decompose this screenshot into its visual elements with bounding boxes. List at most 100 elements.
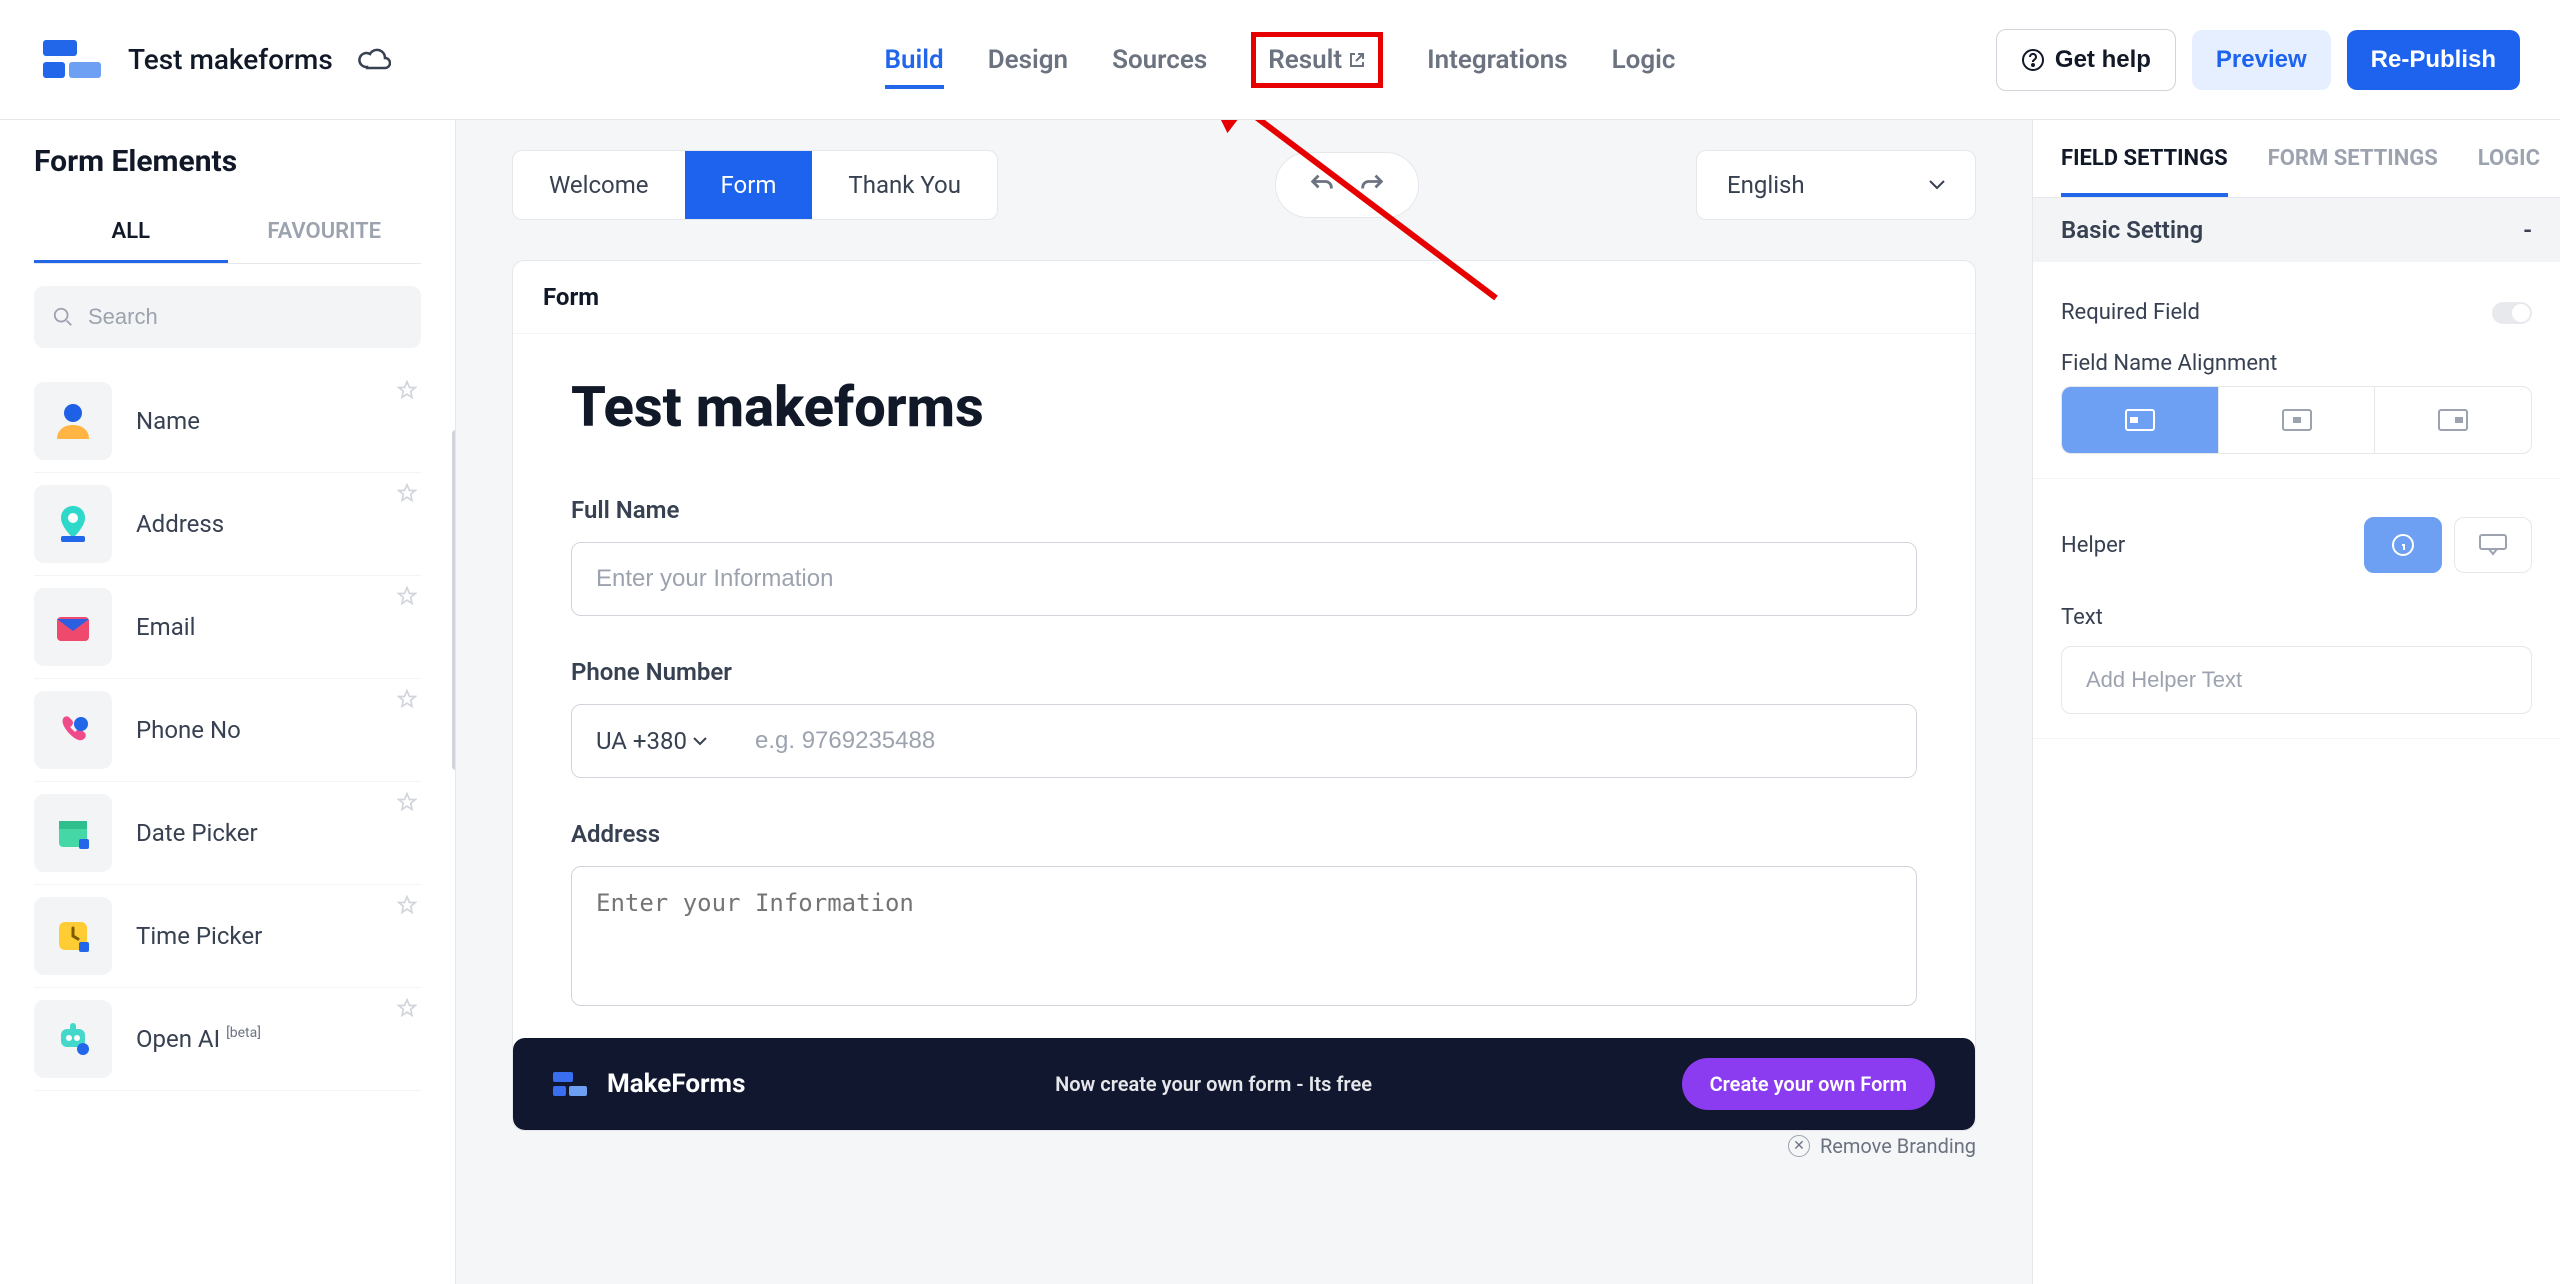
undo-button[interactable] <box>1302 165 1342 205</box>
basic-setting-header[interactable]: Basic Setting - <box>2033 198 2560 262</box>
helper-section: Helper Text <box>2033 479 2560 739</box>
banner-cta-button[interactable]: Create your own Form <box>1682 1058 1935 1110</box>
star-icon[interactable] <box>397 586 417 606</box>
topbar: Test makeforms Build Design Sources Resu… <box>0 0 2560 120</box>
address-input[interactable] <box>571 866 1917 1006</box>
element-list: Name Address Email P <box>34 370 421 1091</box>
phone-icon <box>34 691 112 769</box>
element-date-picker[interactable]: Date Picker <box>34 782 421 885</box>
main-layout: Form Elements ALL FAVOURITE Name <box>0 120 2560 1284</box>
phone-input[interactable] <box>731 705 1916 777</box>
sidebar-tabs: ALL FAVOURITE <box>34 203 421 264</box>
star-icon[interactable] <box>397 483 417 503</box>
cloud-save-icon[interactable] <box>357 47 391 73</box>
star-icon[interactable] <box>397 998 417 1018</box>
time-icon <box>34 897 112 975</box>
get-help-button[interactable]: Get help <box>1996 29 2176 91</box>
alignment-label: Field Name Alignment <box>2061 351 2532 376</box>
search-wrap <box>34 286 421 348</box>
stage-form[interactable]: Form <box>685 151 813 219</box>
helper-text-label: Text <box>2061 605 2532 630</box>
preview-button[interactable]: Preview <box>2192 30 2331 90</box>
search-icon <box>52 306 74 328</box>
sidebar-tab-all[interactable]: ALL <box>34 203 228 263</box>
alignment-group <box>2061 386 2532 454</box>
openai-icon <box>34 1000 112 1078</box>
element-time-picker[interactable]: Time Picker <box>34 885 421 988</box>
fullname-input[interactable] <box>571 542 1917 616</box>
name-icon <box>34 382 112 460</box>
undo-redo-group <box>1275 152 1419 218</box>
field-phone[interactable]: Phone Number UA +380 <box>571 658 1917 778</box>
star-icon[interactable] <box>397 895 417 915</box>
brand-icon <box>553 1070 587 1098</box>
tab-form-settings[interactable]: FORM SETTINGS <box>2268 120 2438 197</box>
form-body: Test makeforms Full Name Phone Number UA… <box>513 334 1975 1010</box>
helper-type-tooltip[interactable] <box>2454 517 2532 573</box>
redo-button[interactable] <box>1352 165 1392 205</box>
nav-sources[interactable]: Sources <box>1112 31 1207 89</box>
element-phone[interactable]: Phone No <box>34 679 421 782</box>
helper-row: Helper <box>2061 503 2532 587</box>
topbar-left: Test makeforms <box>40 32 885 88</box>
star-icon[interactable] <box>397 689 417 709</box>
field-label: Address <box>571 820 1917 848</box>
tab-logic[interactable]: LOGIC <box>2478 120 2540 197</box>
field-label: Phone Number <box>571 658 1917 686</box>
address-icon <box>34 485 112 563</box>
align-left-button[interactable] <box>2062 387 2219 453</box>
nav-design[interactable]: Design <box>988 31 1068 89</box>
star-icon[interactable] <box>397 792 417 812</box>
tab-field-settings[interactable]: FIELD SETTINGS <box>2061 120 2228 197</box>
right-panel: FIELD SETTINGS FORM SETTINGS LOGIC Basic… <box>2032 120 2560 1284</box>
form-card: Form Test makeforms Full Name Phone Numb… <box>512 260 1976 1131</box>
star-icon[interactable] <box>397 380 417 400</box>
phone-country-code[interactable]: UA +380 <box>572 705 731 777</box>
nav-integrations[interactable]: Integrations <box>1427 31 1568 89</box>
nav-logic[interactable]: Logic <box>1612 31 1676 89</box>
chevron-down-icon <box>1929 180 1945 190</box>
required-label: Required Field <box>2061 300 2200 325</box>
element-name[interactable]: Name <box>34 370 421 473</box>
stage-thankyou[interactable]: Thank You <box>812 151 997 219</box>
sidebar-elements: Form Elements ALL FAVOURITE Name <box>0 120 456 1284</box>
form-title[interactable]: Test makeforms <box>571 374 1917 440</box>
helper-type-info[interactable] <box>2364 517 2442 573</box>
branding-banner: MakeForms Now create your own form - Its… <box>513 1038 1975 1130</box>
helper-text-input[interactable] <box>2061 646 2532 714</box>
language-value: English <box>1727 171 1805 199</box>
required-field-row: Required Field <box>2061 286 2532 339</box>
nav-result[interactable]: Result <box>1251 32 1383 88</box>
external-link-icon <box>1348 51 1366 69</box>
form-card-header: Form <box>513 261 1975 334</box>
basic-setting-body: Required Field Field Name Alignment <box>2033 262 2560 479</box>
logo-icon <box>40 32 104 88</box>
search-input[interactable] <box>34 286 421 348</box>
helper-label: Helper <box>2061 533 2125 558</box>
element-openai[interactable]: Open AI [beta] <box>34 988 421 1091</box>
stage-welcome[interactable]: Welcome <box>513 151 685 219</box>
right-tabs: FIELD SETTINGS FORM SETTINGS LOGIC <box>2033 120 2560 198</box>
stage-tabs: Welcome Form Thank You <box>512 150 998 220</box>
element-email[interactable]: Email <box>34 576 421 679</box>
nav-result-label: Result <box>1268 45 1342 75</box>
banner-brand: MakeForms <box>553 1069 745 1099</box>
date-icon <box>34 794 112 872</box>
canvas-toolbar: Welcome Form Thank You English <box>512 150 1976 220</box>
element-address[interactable]: Address <box>34 473 421 576</box>
field-address[interactable]: Address <box>571 820 1917 1010</box>
form-name[interactable]: Test makeforms <box>128 43 333 76</box>
nav-build[interactable]: Build <box>885 31 944 89</box>
field-fullname[interactable]: Full Name <box>571 496 1917 616</box>
canvas-area: Welcome Form Thank You English Form Test… <box>456 120 2032 1284</box>
required-toggle[interactable] <box>2492 302 2532 324</box>
publish-button[interactable]: Re-Publish <box>2347 30 2520 90</box>
align-right-button[interactable] <box>2375 387 2531 453</box>
language-select[interactable]: English <box>1696 150 1976 220</box>
align-center-button[interactable] <box>2219 387 2376 453</box>
sidebar-tab-favourite[interactable]: FAVOURITE <box>228 203 422 263</box>
alignment-section: Field Name Alignment <box>2061 351 2532 454</box>
sidebar-title: Form Elements <box>34 144 421 179</box>
topbar-nav: Build Design Sources Result Integrations… <box>885 31 1676 89</box>
collapse-icon: - <box>2523 216 2532 244</box>
